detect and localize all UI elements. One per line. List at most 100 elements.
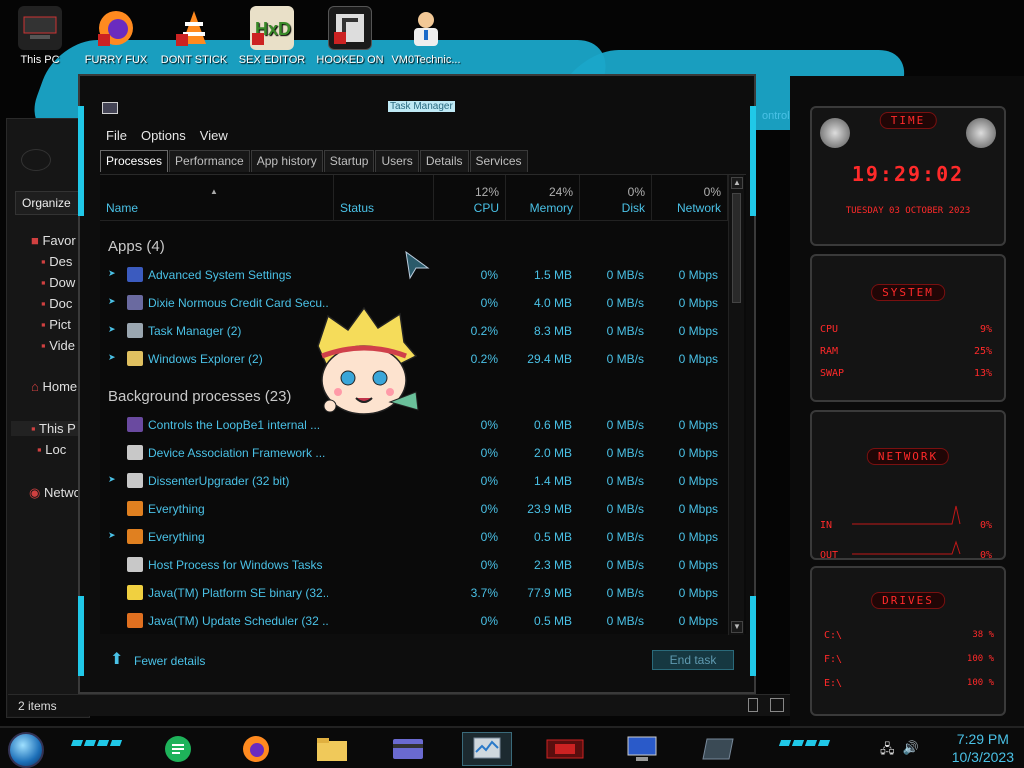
process-row[interactable]: Java(TM) Platform SE binary (32... 3.7% 77… bbox=[100, 579, 728, 607]
process-disk: 0 MB/s bbox=[606, 474, 644, 488]
taskbar-decoration bbox=[778, 740, 831, 750]
start-button[interactable] bbox=[8, 732, 44, 768]
process-network: 0 Mbps bbox=[678, 324, 718, 338]
process-icon bbox=[127, 445, 143, 460]
sidebar-gadgets: ontrol TIME 19:29:02 TUESDAY 03 OCTOBER … bbox=[762, 76, 1024, 728]
column-name[interactable]: ▲ Name bbox=[100, 175, 334, 221]
taskbar-app-game[interactable] bbox=[540, 732, 590, 766]
scroll-thumb[interactable] bbox=[732, 193, 741, 303]
fewer-details-link[interactable]: ⬆ Fewer details bbox=[110, 652, 205, 669]
process-network: 0 Mbps bbox=[678, 474, 718, 488]
process-row[interactable]: Host Process for Windows Tasks 0% 2.3 MB 0 … bbox=[100, 551, 728, 579]
taskbar-app-notes[interactable] bbox=[156, 732, 200, 766]
tab-details[interactable]: Details bbox=[419, 150, 469, 172]
scroll-up-icon[interactable]: ▲ bbox=[731, 177, 743, 189]
explorer-status-bar: 2 items bbox=[8, 694, 790, 716]
task-manager-app-icon bbox=[102, 102, 118, 114]
process-network: 0 Mbps bbox=[678, 530, 718, 544]
group-header-background: Background processes (23) bbox=[108, 388, 292, 405]
desktop-icon-firefox[interactable]: FURRY FUX bbox=[78, 6, 154, 66]
desktop-icon-label: FURRY FUX bbox=[84, 54, 148, 66]
taskbar-decoration bbox=[70, 740, 123, 750]
column-network[interactable]: 0% Network bbox=[652, 175, 728, 221]
column-memory[interactable]: 24% Memory bbox=[506, 175, 580, 221]
process-row[interactable]: Device Association Framework ... 0% 2.0 MB… bbox=[100, 439, 728, 467]
process-memory: 0.6 MB bbox=[533, 418, 572, 432]
tab-services[interactable]: Services bbox=[469, 150, 528, 172]
menu-options[interactable]: Options bbox=[141, 128, 186, 143]
process-network: 0 Mbps bbox=[678, 268, 718, 282]
expand-chevron-icon[interactable]: ➤ bbox=[108, 475, 116, 484]
explorer-back-icon[interactable] bbox=[21, 149, 51, 171]
process-row[interactable]: ➤ Everything 0% 0.5 MB 0 MB/s 0 Mbps bbox=[100, 523, 728, 551]
column-cpu[interactable]: 12% CPU bbox=[434, 175, 506, 221]
desktop-icon-label: VM0Technic... bbox=[391, 54, 461, 66]
process-row[interactable]: Everything 0% 23.9 MB 0 MB/s 0 Mbps bbox=[100, 495, 728, 523]
nav-label: Vide bbox=[49, 338, 76, 353]
expand-chevron-icon[interactable]: ➤ bbox=[108, 297, 116, 306]
expand-chevron-icon[interactable]: ➤ bbox=[108, 531, 116, 540]
desktop-icon-vlc[interactable]: DONT STICK bbox=[156, 6, 232, 66]
drive-c-value: 38 % bbox=[972, 630, 994, 640]
menu-file[interactable]: File bbox=[106, 128, 127, 143]
folder-icon bbox=[317, 738, 347, 761]
column-disk[interactable]: 0% Disk bbox=[580, 175, 652, 221]
nav-label: Home bbox=[42, 379, 78, 394]
desktop-icon-hooked-on[interactable]: HOOKED ON bbox=[312, 6, 388, 66]
tab-performance[interactable]: Performance bbox=[169, 150, 250, 172]
column-header-row: ▲ Name Status 12% CPU 24% Memory 0% Disk… bbox=[100, 175, 728, 221]
swap-label: SWAP bbox=[820, 368, 845, 379]
desktop-icon-this-pc[interactable]: This PC bbox=[2, 6, 78, 66]
process-memory: 0.5 MB bbox=[533, 614, 572, 628]
process-cpu: 0% bbox=[480, 446, 498, 460]
taskbar-app-explorer[interactable] bbox=[310, 732, 354, 766]
large-icons-view-icon[interactable] bbox=[770, 698, 784, 712]
network-graph bbox=[852, 505, 961, 555]
tab-processes[interactable]: Processes bbox=[100, 150, 169, 172]
volume-tray-icon[interactable]: 🔊 bbox=[903, 740, 919, 762]
details-view-icon[interactable] bbox=[748, 698, 758, 712]
process-row[interactable]: Java(TM) Update Scheduler (32 ... 0% 0.5 M… bbox=[100, 607, 728, 635]
taskbar-app-firefox[interactable] bbox=[234, 732, 278, 766]
process-network: 0 Mbps bbox=[678, 296, 718, 310]
desktop-icon-hxd[interactable]: HxD SEX EDITOR bbox=[234, 6, 310, 66]
tab-app-history[interactable]: App history bbox=[250, 150, 323, 172]
system-settings-icon bbox=[627, 736, 657, 761]
disk-total: 0% bbox=[627, 185, 645, 199]
tab-strip: Processes Performance App history Startu… bbox=[100, 150, 529, 172]
ram-value: 25% bbox=[973, 346, 992, 357]
column-status[interactable]: Status bbox=[334, 175, 434, 221]
frame-accent bbox=[78, 106, 84, 216]
drives-gadget: DRIVES C:\ 38 % F:\ 100 % E:\ 100 % bbox=[810, 566, 1006, 716]
taskbar-app-tablet[interactable] bbox=[696, 732, 740, 766]
taskbar-app-settings[interactable] bbox=[620, 732, 664, 766]
process-icon bbox=[127, 323, 143, 338]
process-row[interactable]: ➤ DissenterUpgrader (32 bit) 0% 1.4 MB 0 MB/… bbox=[100, 467, 728, 495]
expand-chevron-icon[interactable]: ➤ bbox=[108, 269, 116, 278]
process-name: Device Association Framework ... bbox=[148, 446, 326, 460]
taskbar-clock[interactable]: 7:29 PM 10/3/2023 bbox=[952, 730, 1014, 766]
taskbar-time: 7:29 PM bbox=[956, 731, 1009, 747]
end-task-button[interactable]: End task bbox=[652, 650, 734, 670]
process-icon bbox=[127, 557, 143, 572]
process-disk: 0 MB/s bbox=[606, 530, 644, 544]
process-grid: ▲ Name Status 12% CPU 24% Memory 0% Disk… bbox=[100, 174, 746, 635]
desktop-icon-vm0technic[interactable]: VM0Technic... bbox=[388, 6, 464, 66]
network-tray-icon[interactable]: 🖧 bbox=[880, 740, 895, 762]
process-memory: 4.0 MB bbox=[533, 296, 572, 310]
process-network: 0 Mbps bbox=[678, 502, 718, 516]
taskbar-app-task-manager[interactable] bbox=[462, 732, 512, 766]
tab-users[interactable]: Users bbox=[375, 150, 419, 172]
vertical-scrollbar[interactable]: ▲ ▼ bbox=[728, 175, 744, 635]
credit-card-icon bbox=[393, 739, 423, 759]
taskbar-app-card[interactable] bbox=[386, 732, 430, 766]
expand-chevron-icon[interactable]: ➤ bbox=[108, 353, 116, 362]
process-name: Dixie Normous Credit Card Secu... bbox=[148, 296, 328, 310]
scroll-down-icon[interactable]: ▼ bbox=[731, 621, 743, 633]
tab-startup[interactable]: Startup bbox=[323, 150, 375, 172]
process-icon bbox=[127, 585, 143, 600]
menu-view[interactable]: View bbox=[200, 128, 228, 143]
process-network: 0 Mbps bbox=[678, 446, 718, 460]
frame-accent bbox=[750, 106, 756, 216]
expand-chevron-icon[interactable]: ➤ bbox=[108, 325, 116, 334]
